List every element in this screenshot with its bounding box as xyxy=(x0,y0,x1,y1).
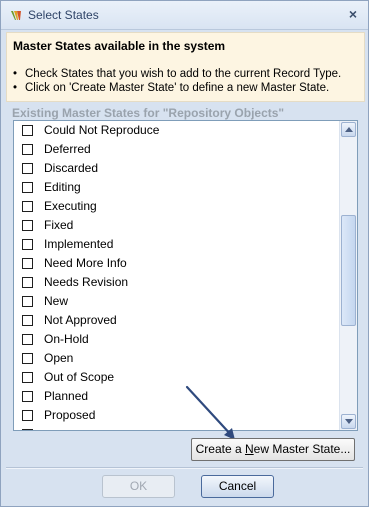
list-item[interactable]: Planned xyxy=(14,387,341,406)
state-checkbox[interactable] xyxy=(22,258,33,269)
list-item[interactable]: Executing xyxy=(14,197,341,216)
state-checkbox[interactable] xyxy=(22,182,33,193)
footer-divider xyxy=(6,467,363,469)
create-master-state-button[interactable]: Create a New Master State... xyxy=(191,438,355,461)
info-bullet: Check States that you wish to add to the… xyxy=(13,67,341,81)
ok-button[interactable]: OK xyxy=(102,475,175,498)
state-checkbox[interactable] xyxy=(22,372,33,383)
app-logo-icon xyxy=(11,11,21,20)
info-bullets: Check States that you wish to add to the… xyxy=(13,67,341,95)
create-button-accelerator: N xyxy=(244,442,254,456)
list-item[interactable]: Proposed xyxy=(14,406,341,425)
list-item[interactable]: Out of Scope xyxy=(14,368,341,387)
state-checkbox[interactable] xyxy=(22,239,33,250)
list-item[interactable]: Editing xyxy=(14,178,341,197)
state-label: Proposed xyxy=(44,408,96,422)
info-panel: Master States available in the system Ch… xyxy=(6,32,365,102)
state-checkbox[interactable] xyxy=(22,201,33,212)
list-item[interactable]: Needs Revision xyxy=(14,273,341,292)
list-item[interactable]: Fixed xyxy=(14,216,341,235)
state-checkbox[interactable] xyxy=(22,429,33,430)
state-label: Deferred xyxy=(44,142,91,156)
close-icon[interactable]: × xyxy=(346,7,360,21)
list-item[interactable]: Could Not Reproduce xyxy=(14,121,341,140)
list-item[interactable]: New xyxy=(14,292,341,311)
state-label: Could Not Reproduce xyxy=(44,123,160,137)
state-checkbox[interactable] xyxy=(22,410,33,421)
scroll-thumb[interactable] xyxy=(341,215,356,326)
chevron-up-icon xyxy=(345,127,353,132)
create-button-label-start: Create a xyxy=(195,442,245,456)
states-list-items: Could Not Reproduce Deferred Discarded E… xyxy=(14,121,341,430)
state-label: Planned xyxy=(44,389,89,403)
state-checkbox[interactable] xyxy=(22,353,33,364)
list-item[interactable]: Discarded xyxy=(14,159,341,178)
info-heading: Master States available in the system xyxy=(13,39,226,53)
state-checkbox[interactable] xyxy=(22,391,33,402)
state-checkbox[interactable] xyxy=(22,334,33,345)
state-checkbox[interactable] xyxy=(22,144,33,155)
list-item[interactable]: Open xyxy=(14,349,341,368)
state-checkbox[interactable] xyxy=(22,125,33,136)
list-item[interactable]: On-Hold xyxy=(14,330,341,349)
list-item[interactable]: Not Approved xyxy=(14,311,341,330)
state-checkbox[interactable] xyxy=(22,163,33,174)
scroll-up-button[interactable] xyxy=(341,122,356,137)
list-item[interactable]: Deferred xyxy=(14,140,341,159)
dialog-title: Select States xyxy=(28,8,99,22)
state-checkbox[interactable] xyxy=(22,220,33,231)
states-list[interactable]: Could Not Reproduce Deferred Discarded E… xyxy=(13,120,358,431)
list-item-partial[interactable] xyxy=(14,425,341,430)
state-label: Not Approved xyxy=(44,313,117,327)
state-label: Out of Scope xyxy=(44,370,115,384)
scroll-down-button[interactable] xyxy=(341,414,356,429)
state-label: Open xyxy=(44,351,74,365)
vertical-scrollbar[interactable] xyxy=(339,121,357,430)
state-label: Fixed xyxy=(44,218,74,232)
title-bar[interactable]: Select States × xyxy=(1,1,368,30)
state-checkbox[interactable] xyxy=(22,277,33,288)
chevron-down-icon xyxy=(345,419,353,424)
state-checkbox[interactable] xyxy=(22,296,33,307)
section-label: Existing Master States for "Repository O… xyxy=(12,106,285,120)
state-label: Editing xyxy=(44,180,81,194)
info-bullet: Click on 'Create Master State' to define… xyxy=(13,81,341,95)
state-label: Needs Revision xyxy=(44,275,129,289)
create-button-label-end: ew Master State... xyxy=(253,442,351,456)
state-label: New xyxy=(44,294,69,308)
select-states-dialog: Select States × Master States available … xyxy=(0,0,369,507)
list-item[interactable]: Need More Info xyxy=(14,254,341,273)
state-label: On-Hold xyxy=(44,332,89,346)
list-item[interactable]: Implemented xyxy=(14,235,341,254)
cancel-button[interactable]: Cancel xyxy=(201,475,274,498)
state-label: Need More Info xyxy=(44,256,127,270)
state-label: Discarded xyxy=(44,161,99,175)
state-label: Implemented xyxy=(44,237,114,251)
state-label: Executing xyxy=(44,199,97,213)
state-checkbox[interactable] xyxy=(22,315,33,326)
